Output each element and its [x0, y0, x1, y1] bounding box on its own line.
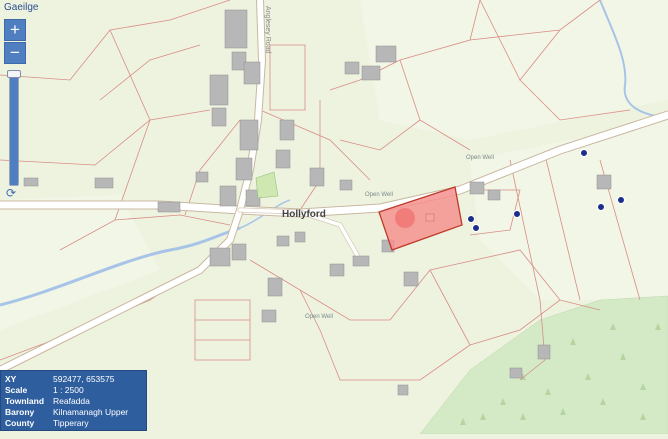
info-row-townland: Townland Reafadda	[5, 396, 142, 407]
info-key: County	[5, 418, 35, 428]
zoom-out-button[interactable]: −	[4, 42, 26, 64]
place-label: Hollyford	[282, 209, 326, 220]
info-key: Barony	[5, 407, 35, 417]
info-row-barony: Barony Kilnamanagh Upper	[5, 407, 142, 418]
info-key: Scale	[5, 385, 28, 395]
info-value: Kilnamanagh Upper	[53, 407, 129, 417]
map-canvas[interactable]: Hollyford Anglesey Road Open Well Open W…	[0, 0, 668, 435]
zoom-slider-fill	[10, 76, 18, 185]
info-row-county: County Tipperary	[5, 418, 142, 429]
info-value: Tipperary	[53, 418, 89, 428]
zoom-slider-handle[interactable]	[7, 70, 21, 78]
info-value: 1 : 2500	[53, 385, 84, 395]
property-circle	[395, 208, 415, 228]
info-row-xy: XY 592477, 653575	[5, 374, 142, 385]
info-panel: XY 592477, 653575 Scale 1 : 2500 Townlan…	[0, 370, 147, 431]
property-building	[425, 213, 435, 222]
info-value: Reafadda	[53, 396, 90, 406]
open-well-label-1: Open Well	[466, 155, 494, 161]
open-well-label-3: Open Well	[305, 314, 333, 320]
info-value: 592477, 653575	[53, 374, 115, 384]
zoom-slider-track[interactable]	[9, 72, 19, 186]
language-link[interactable]: Gaeilge	[4, 2, 38, 13]
open-well-label-2: Open Well	[365, 192, 393, 198]
info-key: Townland	[5, 396, 45, 406]
zoom-in-button[interactable]: +	[4, 19, 26, 41]
refresh-icon[interactable]: ⟳	[6, 186, 16, 200]
map-svg[interactable]: Hollyford Anglesey Road Open Well Open W…	[0, 0, 668, 435]
info-row-scale: Scale 1 : 2500	[5, 385, 142, 396]
info-key: XY	[5, 374, 17, 384]
road-label: Anglesey Road	[264, 6, 271, 54]
